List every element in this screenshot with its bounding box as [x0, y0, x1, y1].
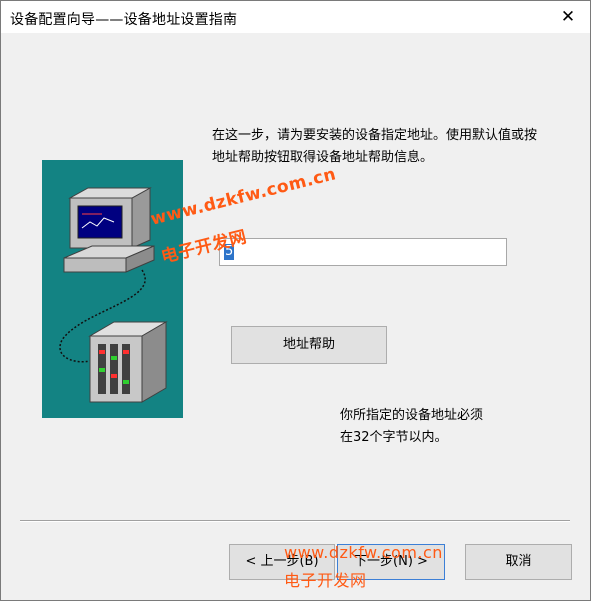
address-help-button[interactable]: 地址帮助	[231, 326, 387, 364]
note-line-1: 你所指定的设备地址必须	[340, 408, 484, 423]
close-icon[interactable]: ✕	[556, 7, 580, 27]
computer-device-illustration	[42, 160, 183, 418]
divider	[20, 520, 570, 522]
note-line-2: 在32个字节以内。	[340, 430, 448, 445]
cancel-button[interactable]: 取消	[465, 544, 572, 580]
address-note: 你所指定的设备地址必须 在32个字节以内。	[340, 405, 483, 449]
device-address-input[interactable]: 5	[219, 238, 507, 266]
watermark-url-bottom: www.dzkfw.com.cn	[284, 543, 443, 562]
title-bar: 设备配置向导——设备地址设置指南 ✕	[1, 1, 590, 33]
window-title: 设备配置向导——设备地址设置指南	[10, 12, 238, 28]
dialog-content: 在这一步，请为要安装的设备指定地址。使用默认值或按地址帮助按钮取得设备地址帮助信…	[1, 33, 590, 600]
watermark-name-bottom: 电子开发网	[284, 571, 367, 590]
device-config-dialog: 设备配置向导——设备地址设置指南 ✕ 在这一步，请为要安装的设备指定地址。使用默…	[0, 0, 591, 601]
instruction-text: 在这一步，请为要安装的设备指定地址。使用默认值或按地址帮助按钮取得设备地址帮助信…	[212, 128, 538, 165]
